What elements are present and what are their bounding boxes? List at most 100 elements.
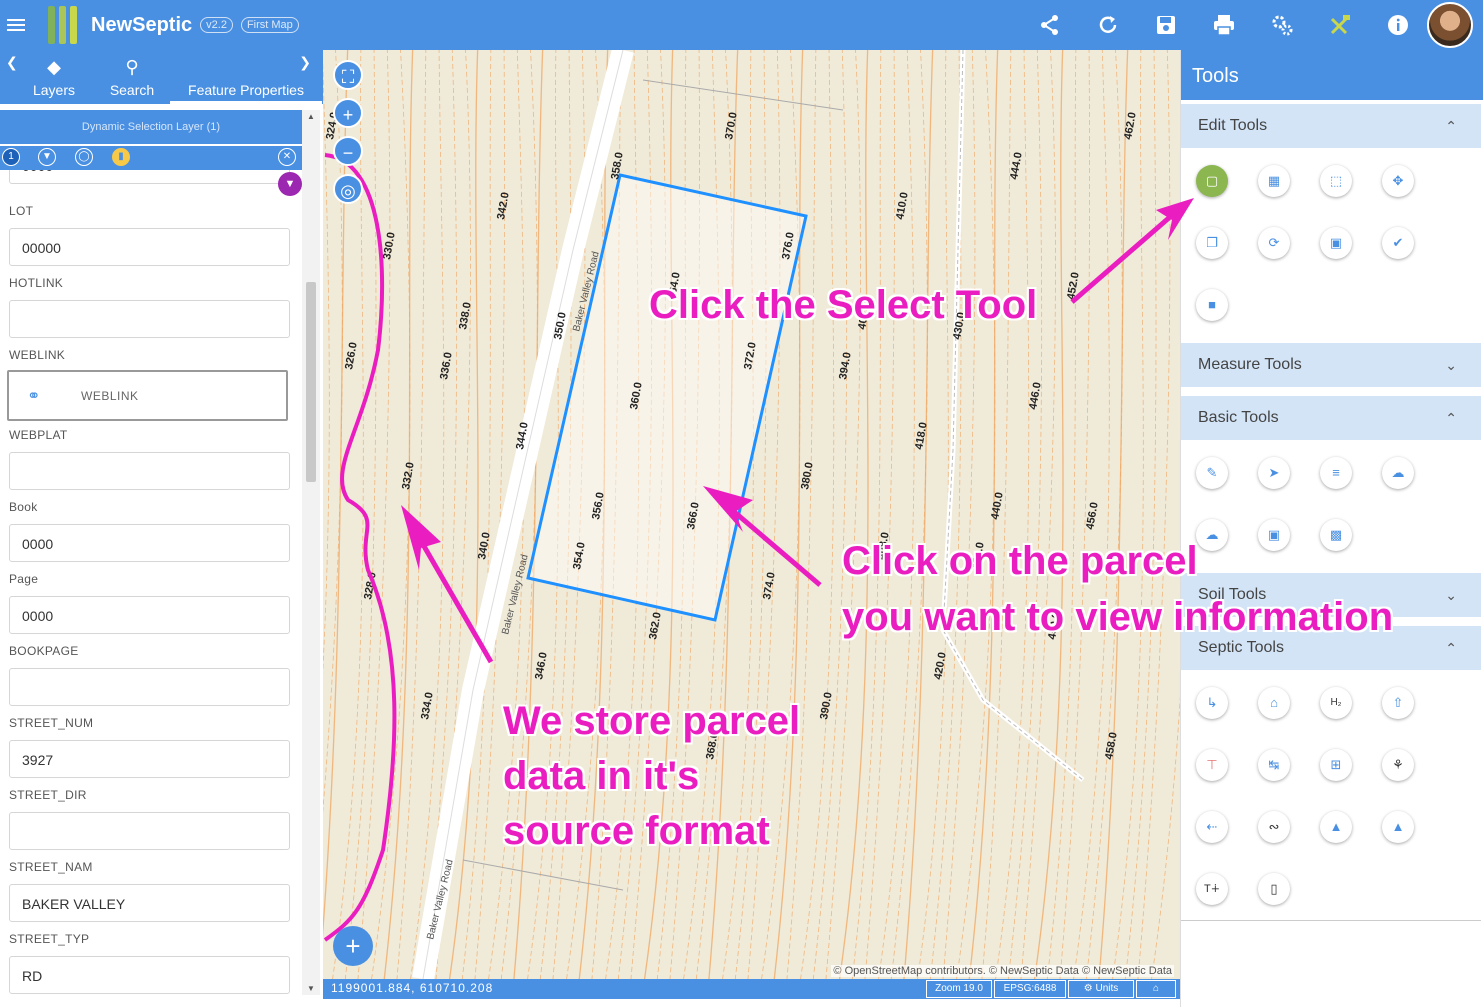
field-street-nam[interactable]: BAKER VALLEY [9,884,290,922]
copy-icon: ❐ [1206,235,1218,250]
print-icon[interactable] [1195,0,1253,50]
scrollbar-thumb[interactable] [306,282,316,482]
section-measure-tools[interactable]: Measure Tools ⌄ [1181,343,1481,387]
field-webplat[interactable] [9,452,290,490]
filter-icon[interactable]: ▼ [38,148,56,166]
move-button[interactable]: ✥ [1382,165,1414,197]
zoom-out-button[interactable]: − [333,136,363,166]
field-hotlink[interactable] [9,300,290,338]
menu-icon[interactable] [2,0,30,50]
contour-label: 374.0 [761,571,778,600]
section-edit-tools[interactable]: Edit Tools ⌃ [1181,104,1481,148]
form-scrollbar[interactable]: ▲ ▼ [302,110,320,995]
triangle-button[interactable]: ▲ [1382,811,1414,843]
contour-label: 444.0 [1008,151,1025,180]
pipe-button[interactable]: ↳ [1196,687,1228,719]
pencil-button[interactable]: ✎ [1196,457,1228,489]
home-button[interactable]: ⌂ [1136,980,1176,998]
house-button[interactable]: ⌂ [1258,687,1290,719]
share-icon[interactable] [1021,0,1079,50]
epsg-code[interactable]: EPSG:6488 [994,980,1066,998]
field-street-typ[interactable]: RD [9,956,290,994]
tank-icon: ⊤ [1206,757,1218,772]
upload-button[interactable]: ☁ [1382,457,1414,489]
partial-field[interactable]: 0000 [9,170,290,184]
section-basic-tools[interactable]: Basic Tools ⌃ [1181,396,1481,440]
tree-button[interactable]: ⚘ [1382,749,1414,781]
style-button[interactable]: ✔ [1382,227,1414,259]
select-tool-button[interactable]: ▢ [1196,165,1228,197]
tools-title: Tools [1181,50,1483,100]
field-street-num[interactable]: 3927 [9,740,290,778]
select-box-button[interactable]: ▦ [1258,165,1290,197]
frame-button[interactable]: ▩ [1320,519,1352,551]
scroll-down-icon[interactable]: ▼ [307,984,315,993]
delete-button[interactable]: ■ [1196,289,1228,321]
pump-icon: ⇧ [1392,695,1404,710]
field-label-book: Book [9,500,38,514]
chevron-up-icon: ⌃ [1445,410,1457,426]
field-page[interactable]: 0000 [9,596,290,634]
field-book[interactable]: 0000 [9,524,290,562]
close-icon[interactable]: ✕ [278,148,296,166]
home-icon: ⌂ [1152,983,1160,994]
selection-layer-toolbar: 1 ▼ ◯ ▮ ✕ [0,146,302,170]
top-actions [1021,0,1483,50]
scroll-up-icon[interactable]: ▲ [307,112,315,121]
field-label-weblink: WEBLINK [9,348,66,362]
visibility-off-icon[interactable]: ◯ [75,148,93,166]
select-area-button[interactable]: ⬚ [1320,165,1352,197]
refresh-icon[interactable] [1079,0,1137,50]
field-street-dir[interactable] [9,812,290,850]
add-grid-button[interactable]: ⊞ [1320,749,1352,781]
selection-layer-header[interactable]: Dynamic Selection Layer (1) [0,110,302,144]
edit-text-button[interactable]: ≡ [1320,457,1352,489]
fullscreen-button[interactable]: ⛶ [333,60,363,90]
flow-button[interactable]: ⇠ [1196,811,1228,843]
settings-icon[interactable] [1253,0,1311,50]
search-icon: ⚲ [125,57,139,77]
contour-label: 362.0 [647,611,664,640]
station-icon: ▲ [1329,819,1343,834]
field-label-street-dir: STREET_DIR [9,788,87,802]
tab-search[interactable]: ⚲ Search [94,57,170,104]
weblink-button[interactable]: ⚭ WEBLINK [7,370,288,421]
tab-feature-properties-label: Feature Properties [188,82,304,98]
section-basic-label: Basic Tools [1198,409,1279,426]
tank-button[interactable]: ⊤ [1196,749,1228,781]
map-attribution: © OpenStreetMap contributors. © NewSepti… [831,965,1174,977]
zoom-level[interactable]: Zoom 19.0 [926,980,992,998]
text-size-button[interactable]: T∔ [1196,873,1228,905]
locate-button[interactable]: ◎ [333,174,363,204]
trench-button[interactable]: ∾ [1258,811,1290,843]
info-icon[interactable] [1369,0,1427,50]
folder-button[interactable]: ▯ [1258,873,1290,905]
tab-layers[interactable]: ◆ Layers [14,57,94,104]
rotate-button[interactable]: ⟳ [1258,227,1290,259]
save-icon[interactable] [1137,0,1195,50]
tab-feature-properties[interactable]: Feature Properties [170,82,322,104]
tools-icon[interactable] [1311,0,1369,50]
field-lot[interactable]: 00000 [9,228,290,266]
h2s-button[interactable]: H₂ [1320,687,1352,719]
user-avatar[interactable] [1427,2,1473,48]
field-bookpage[interactable] [9,668,290,706]
zoom-in-button[interactable]: + [333,98,363,128]
copy-button[interactable]: ❐ [1196,227,1228,259]
field-label-street-nam: STREET_NAM [9,860,93,874]
map-name-badge[interactable]: First Map [240,17,299,33]
units-button[interactable]: ⚙ Units [1068,980,1134,998]
station-button[interactable]: ▲ [1320,811,1352,843]
cursor-edit-button[interactable]: ➤ [1258,457,1290,489]
download-button[interactable]: ☁ [1196,519,1228,551]
add-button[interactable]: + [333,926,373,966]
resize-button[interactable]: ▣ [1320,227,1352,259]
import-button[interactable]: ▣ [1258,519,1290,551]
chevron-right-icon[interactable]: ❯ [299,54,311,71]
distance-button[interactable]: ↹ [1258,749,1290,781]
pump-button[interactable]: ⇧ [1382,687,1414,719]
expand-down-button[interactable]: ▼ [278,172,302,196]
chevron-up-icon: ⌃ [1445,118,1457,134]
house-icon: ⌂ [1270,695,1278,710]
highlight-icon[interactable]: ▮ [112,148,130,166]
